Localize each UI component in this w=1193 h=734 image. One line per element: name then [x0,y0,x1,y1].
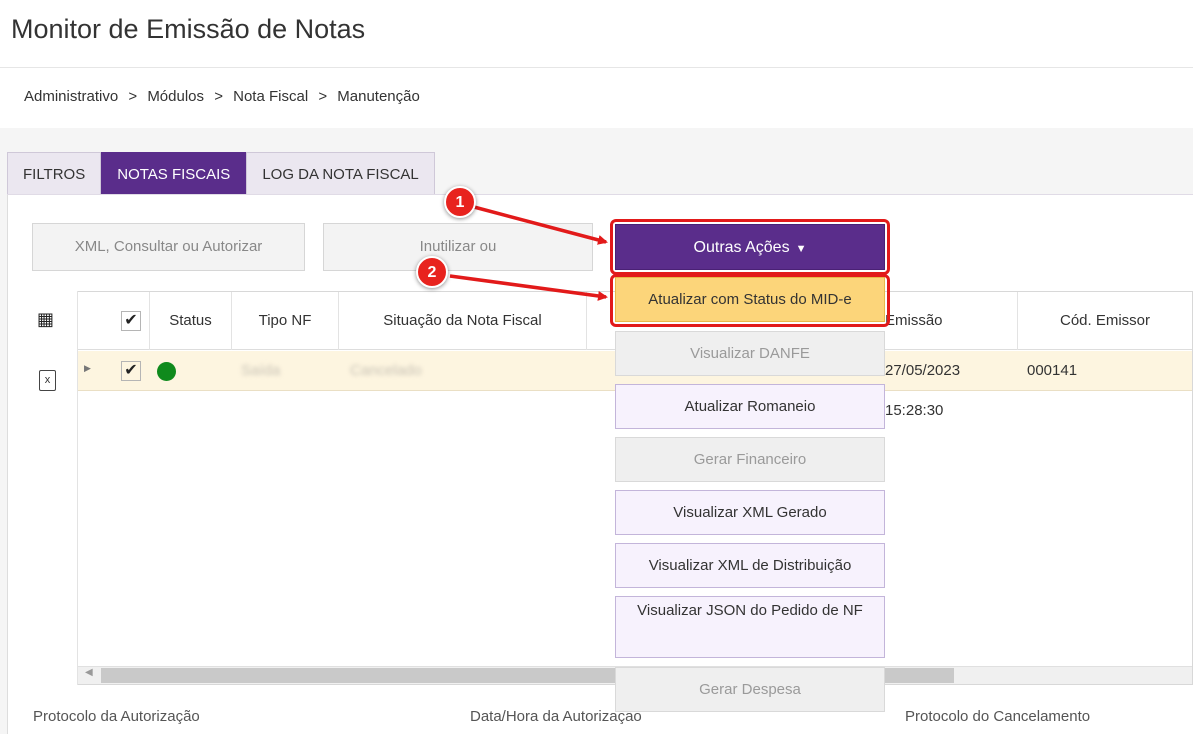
menu-item-gerar-despesa[interactable]: Gerar Despesa [615,667,885,712]
protocolo-autorizacao-label: Protocolo da Autorização [33,708,200,725]
page-title: Monitor de Emissão de Notas [11,14,366,44]
grid-icon[interactable]: ▦ [37,309,54,330]
tab-bar: FILTROS NOTAS FISCAIS LOG DA NOTA FISCAL [7,152,435,195]
column-header-status[interactable]: Status [149,292,231,350]
menu-item-visualizar-json-pedido[interactable]: Visualizar JSON do Pedido de NF [615,596,885,658]
breadcrumb-nota-fiscal[interactable]: Nota Fiscal [233,88,308,105]
excel-icon[interactable]: x [39,370,56,391]
header-divider [0,67,1193,68]
expand-row-icon[interactable]: ▶ [84,363,91,374]
row-checkbox[interactable]: ✔ [121,361,141,381]
column-header-emissao[interactable]: Emissão [885,292,1018,350]
inutilizar-button[interactable]: Inutilizar ou [323,223,593,271]
breadcrumb-separator: > [214,88,223,105]
column-header-tipo-nf[interactable]: Tipo NF [231,292,338,350]
cell-situacao: Cancelado [350,362,422,379]
menu-item-gerar-financeiro[interactable]: Gerar Financeiro [615,437,885,482]
column-header-situacao[interactable]: Situação da Nota Fiscal [338,292,586,350]
callout-badge-1: 1 [444,186,476,218]
xml-consultar-autorizar-button[interactable]: XML, Consultar ou Autorizar [32,223,305,271]
breadcrumb-separator: > [318,88,328,105]
checkmark-icon: ✔ [124,312,138,329]
grid-side-toolbar [20,291,78,685]
menu-item-visualizar-danfe[interactable]: Visualizar DANFE [615,331,885,376]
scroll-left-icon[interactable]: ◀ [85,667,93,678]
status-indicator [157,362,176,381]
callout-badge-2: 2 [416,256,448,288]
highlight-box-atualizar-status [610,274,890,327]
tab-filtros[interactable]: FILTROS [7,152,102,195]
breadcrumb: Administrativo > Módulos > Nota Fiscal >… [24,88,420,105]
highlight-box-outras-acoes [610,219,890,275]
protocolo-cancelamento-label: Protocolo do Cancelamento [905,708,1091,725]
select-all-checkbox[interactable]: ✔ [121,311,141,331]
cell-emissao: 27/05/2023 15:28:30 [885,362,961,419]
menu-item-atualizar-romaneio[interactable]: Atualizar Romaneio [615,384,885,429]
cell-cod-emissor: 000141 [1027,362,1078,379]
breadcrumb-manutencao: Manutenção [337,88,420,105]
tab-notas-fiscais[interactable]: NOTAS FISCAIS [101,152,247,195]
column-header-cod-emissor[interactable]: Cód. Emissor [1017,292,1192,350]
menu-item-visualizar-xml-distribuicao[interactable]: Visualizar XML de Distribuição [615,543,885,588]
checkmark-icon: ✔ [124,362,138,379]
breadcrumb-separator: > [128,88,138,105]
menu-item-visualizar-xml-gerado[interactable]: Visualizar XML Gerado [615,490,885,535]
tab-log-da-nota-fiscal[interactable]: LOG DA NOTA FISCAL [246,152,435,195]
cell-tipo-nf: Saída [241,362,281,379]
breadcrumb-administrativo[interactable]: Administrativo [24,88,118,105]
breadcrumb-modulos[interactable]: Módulos [147,88,204,105]
